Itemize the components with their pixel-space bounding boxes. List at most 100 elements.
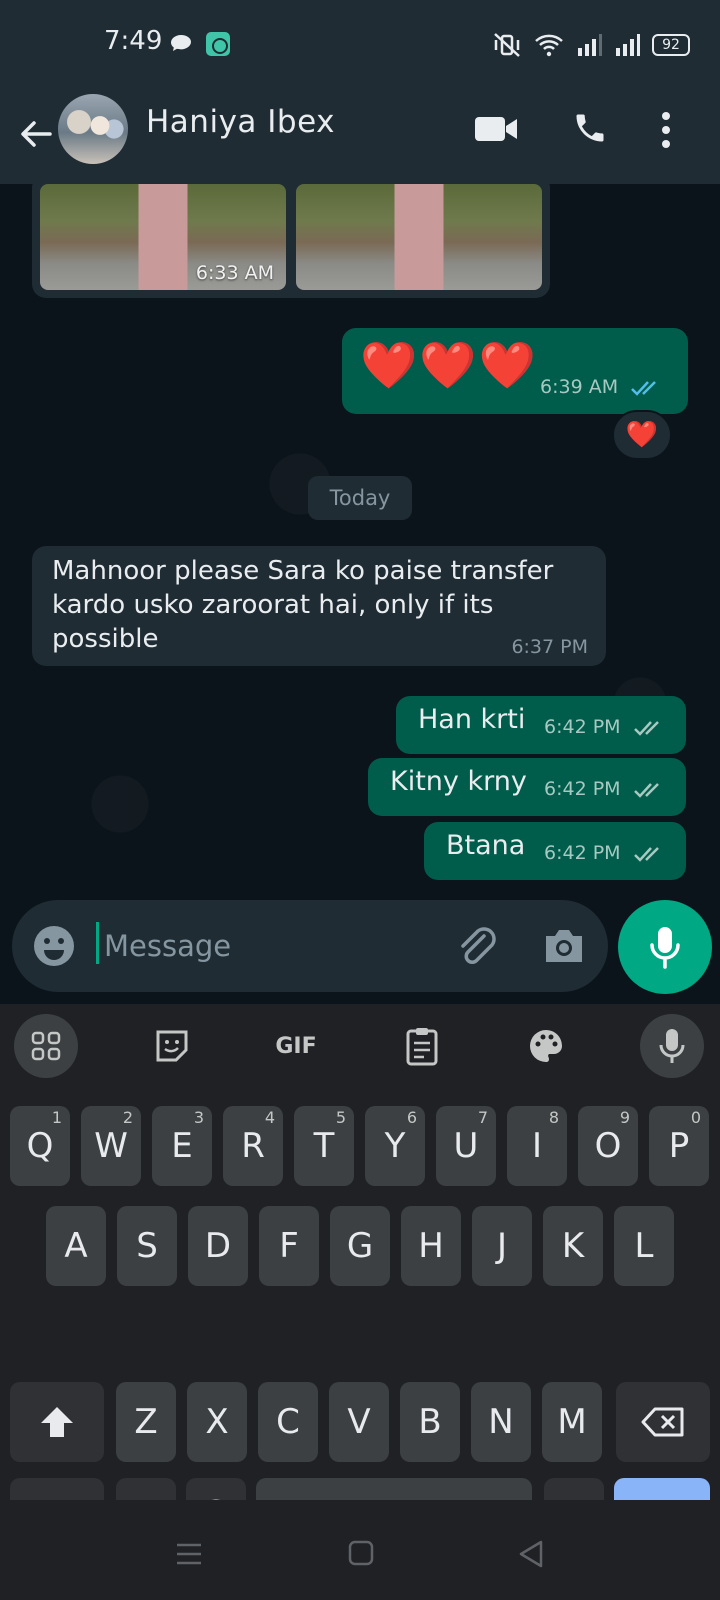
key-o[interactable]: O9	[578, 1106, 638, 1186]
key-label: P	[668, 1126, 690, 1166]
attach-icon[interactable]	[454, 922, 498, 970]
home-icon[interactable]	[348, 1540, 374, 1566]
key-label: R	[241, 1126, 265, 1166]
message-meta: 6:42 PM	[544, 716, 667, 738]
key-q[interactable]: Q1	[10, 1106, 70, 1186]
recent-apps-icon[interactable]	[176, 1542, 202, 1566]
delivered-ticks-icon	[633, 846, 659, 862]
key-l[interactable]: L	[614, 1206, 674, 1286]
chat-notification-icon	[171, 35, 191, 51]
key-number-hint: 8	[548, 1108, 559, 1127]
more-options-icon[interactable]	[660, 110, 672, 150]
emoji-icon[interactable]	[32, 924, 76, 968]
key-number-hint: 3	[193, 1108, 204, 1127]
signal-icon-1	[578, 34, 602, 56]
key-z[interactable]: Z	[116, 1382, 176, 1462]
outgoing-message[interactable]: Kitny krny 6:42 PM	[368, 758, 686, 816]
outgoing-message[interactable]: Han krti 6:42 PM	[396, 696, 686, 754]
shift-icon	[41, 1407, 73, 1437]
shift-key[interactable]	[10, 1382, 104, 1462]
key-label: Q	[26, 1126, 54, 1166]
key-number-hint: 0	[690, 1108, 701, 1127]
key-u[interactable]: U7	[436, 1106, 496, 1186]
key-t[interactable]: T5	[294, 1106, 354, 1186]
key-x[interactable]: X	[187, 1382, 247, 1462]
clipboard-icon[interactable]	[390, 1014, 454, 1078]
outgoing-message[interactable]: Btana 6:42 PM	[424, 822, 686, 880]
key-d[interactable]: D	[188, 1206, 248, 1286]
key-i[interactable]: I8	[507, 1106, 567, 1186]
system-navigation-bar	[0, 1500, 720, 1600]
key-p[interactable]: P0	[649, 1106, 709, 1186]
key-v[interactable]: V	[329, 1382, 389, 1462]
message-time: 6:42 PM	[544, 778, 621, 800]
key-b[interactable]: B	[400, 1382, 460, 1462]
contact-avatar[interactable]	[58, 94, 128, 164]
key-g[interactable]: G	[330, 1206, 390, 1286]
hearts-message-text: ❤️❤️❤️	[360, 338, 538, 392]
sticker-icon[interactable]	[140, 1014, 204, 1078]
key-label: E	[171, 1126, 193, 1166]
message-time: 6:42 PM	[544, 716, 621, 738]
key-k[interactable]: K	[543, 1206, 603, 1286]
backspace-key[interactable]	[616, 1382, 710, 1462]
date-separator: Today	[308, 476, 412, 520]
key-label: T	[313, 1126, 335, 1166]
keyboard-toolbar: GIF	[0, 1004, 720, 1088]
key-number-hint: 5	[335, 1108, 346, 1127]
message-meta: 6:42 PM	[544, 778, 667, 800]
incoming-message[interactable]: Mahnoor please Sara ko paise transfer ka…	[32, 546, 606, 666]
back-nav-icon[interactable]	[518, 1540, 544, 1568]
message-meta: 6:42 PM	[544, 842, 667, 864]
key-c[interactable]: C	[258, 1382, 318, 1462]
delivered-ticks-icon	[633, 720, 659, 736]
text-cursor	[96, 922, 99, 964]
key-r[interactable]: R4	[223, 1106, 283, 1186]
key-number-hint: 4	[264, 1108, 275, 1127]
apps-grid-icon[interactable]	[14, 1014, 78, 1078]
photo-thumbnail[interactable]: 6:33 AM	[40, 184, 286, 290]
message-reaction[interactable]: ❤️	[612, 410, 672, 460]
chat-messages-area[interactable]: 6:33 AM ❤️❤️❤️ 6:39 AM ❤️ Today Mahnoor …	[0, 184, 720, 1000]
key-number-hint: 6	[406, 1108, 417, 1127]
delivered-ticks-icon	[633, 782, 659, 798]
key-e[interactable]: E3	[152, 1106, 212, 1186]
key-f[interactable]: F	[259, 1206, 319, 1286]
back-arrow-icon[interactable]	[16, 114, 56, 154]
key-number-hint: 1	[51, 1108, 62, 1127]
key-j[interactable]: J	[472, 1206, 532, 1286]
wifi-icon	[535, 34, 563, 57]
hearts-message[interactable]: ❤️❤️❤️ 6:39 AM	[342, 328, 688, 414]
phone-icon[interactable]	[572, 110, 608, 146]
app-notification-icon	[206, 32, 230, 56]
voice-input-icon[interactable]	[640, 1014, 704, 1078]
photo-thumbnail[interactable]	[296, 184, 542, 290]
contact-name[interactable]: Haniya Ibex	[146, 104, 335, 140]
message-input[interactable]	[104, 918, 434, 974]
key-y[interactable]: Y6	[365, 1106, 425, 1186]
key-h[interactable]: H	[401, 1206, 461, 1286]
key-label: I	[531, 1126, 543, 1166]
message-time: 6:39 AM	[540, 376, 619, 398]
message-composer	[12, 900, 608, 992]
key-w[interactable]: W2	[81, 1106, 141, 1186]
camera-icon[interactable]	[542, 926, 586, 966]
voice-message-button[interactable]	[618, 900, 712, 994]
palette-icon[interactable]	[514, 1014, 578, 1078]
gif-button[interactable]: GIF	[264, 1014, 328, 1078]
battery-indicator: 92	[652, 34, 690, 56]
video-call-icon[interactable]	[474, 114, 518, 144]
backspace-icon	[641, 1407, 684, 1437]
key-a[interactable]: A	[46, 1206, 106, 1286]
chat-header: Haniya Ibex	[0, 88, 720, 184]
key-n[interactable]: N	[471, 1382, 531, 1462]
key-s[interactable]: S	[117, 1206, 177, 1286]
key-number-hint: 2	[122, 1108, 133, 1127]
key-m[interactable]: M	[542, 1382, 602, 1462]
status-time: 7:49	[104, 26, 163, 56]
image-message[interactable]: 6:33 AM	[32, 184, 550, 298]
whatsapp-chat-screen: 7:49 92 Haniya Ibex 6:33 AM ❤️❤️❤️ 6:39 …	[0, 0, 720, 1600]
vibrate-off-icon	[494, 33, 520, 57]
key-label: W	[94, 1126, 128, 1166]
key-number-hint: 9	[619, 1108, 630, 1127]
